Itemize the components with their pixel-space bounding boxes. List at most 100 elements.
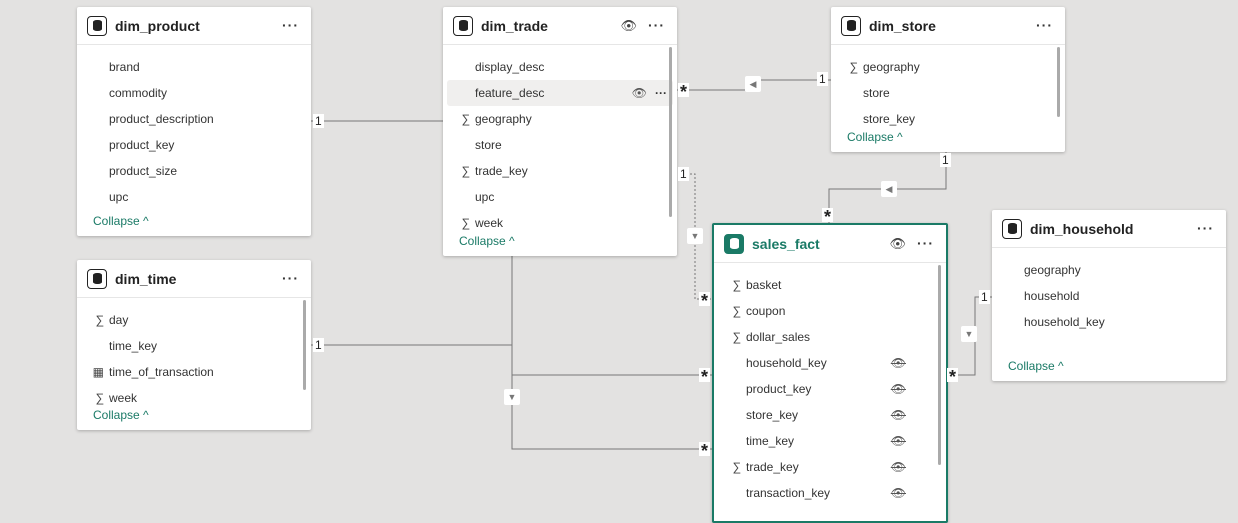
cardinality-one: 1: [817, 72, 828, 86]
field-row[interactable]: time_key 👁︎: [718, 428, 942, 454]
field-row[interactable]: household_key 👁︎: [718, 350, 942, 376]
collapse-button[interactable]: Collapse ^: [77, 214, 149, 228]
collapse-button[interactable]: Collapse ^: [714, 519, 786, 521]
hidden-eye-icon[interactable]: 👁︎: [891, 382, 906, 396]
visibility-eye-icon[interactable]: 👁︎: [889, 236, 906, 252]
field-row[interactable]: store: [447, 132, 673, 158]
field-row[interactable]: product_size: [81, 158, 307, 184]
table-card-dim_store[interactable]: dim_store ··· ∑ geography store store_key Coll…: [831, 7, 1065, 152]
cardinality-one: 1: [313, 338, 324, 352]
field-row[interactable]: product_key: [81, 132, 307, 158]
field-row[interactable]: ∑ day: [81, 307, 307, 333]
field-name: product_description: [109, 112, 214, 126]
filter-direction-down-icon: ▼: [687, 228, 703, 244]
table-icon: [87, 15, 107, 36]
table-icon: [87, 268, 107, 289]
table-card-dim_time[interactable]: dim_time ··· ∑ day time_key ▦ time_of_transact…: [77, 260, 311, 430]
field-row[interactable]: commodity: [81, 80, 307, 106]
table-card-dim_trade[interactable]: dim_trade 👁︎ ··· display_desc feature_desc 👁︎…: [443, 7, 677, 256]
field-row[interactable]: store_key: [835, 106, 1061, 132]
collapse-button[interactable]: Collapse ^: [831, 130, 903, 144]
hidden-eye-icon[interactable]: 👁︎: [891, 460, 906, 474]
cardinality-one: 1: [979, 290, 990, 304]
field-name: dollar_sales: [746, 330, 811, 344]
field-name: brand: [109, 60, 140, 74]
table-header[interactable]: dim_product ···: [77, 7, 311, 45]
more-options-icon[interactable]: ···: [648, 17, 665, 33]
collapse-button[interactable]: Collapse ^: [992, 359, 1064, 373]
scrollbar[interactable]: [669, 47, 672, 217]
table-header[interactable]: dim_store ···: [831, 7, 1065, 45]
calendar-icon: ▦: [92, 365, 104, 379]
table-header[interactable]: dim_household ···: [992, 210, 1226, 248]
field-row[interactable]: household_key: [996, 309, 1222, 335]
field-row[interactable]: ∑ dollar_sales: [718, 324, 942, 350]
more-options-icon[interactable]: ···: [282, 17, 299, 33]
table-header[interactable]: dim_trade 👁︎ ···: [443, 7, 677, 45]
sigma-icon: ∑: [461, 164, 470, 178]
field-row[interactable]: geography: [996, 257, 1222, 283]
scrollbar[interactable]: [938, 265, 941, 465]
field-row[interactable]: upc: [447, 184, 673, 210]
field-row[interactable]: brand: [81, 54, 307, 80]
field-row[interactable]: product_description: [81, 106, 307, 132]
hidden-eye-icon[interactable]: 👁︎: [891, 486, 906, 500]
sigma-icon: ∑: [732, 304, 741, 318]
sigma-icon: ∑: [732, 330, 741, 344]
field-name: product_size: [109, 164, 178, 178]
field-row[interactable]: transaction_key 👁︎: [718, 480, 942, 506]
more-options-icon[interactable]: ···: [1197, 220, 1214, 236]
field-name: time_key: [109, 339, 158, 353]
field-row[interactable]: ∑ trade_key 👁︎: [718, 454, 942, 480]
field-name: upc: [475, 190, 495, 204]
more-options-icon[interactable]: ···: [282, 270, 299, 286]
field-list: geography household household_key: [992, 248, 1226, 335]
field-row[interactable]: feature_desc 👁︎ ···: [447, 80, 673, 106]
scrollbar[interactable]: [303, 300, 306, 390]
field-row[interactable]: store_key 👁︎: [718, 402, 942, 428]
table-header[interactable]: dim_time ···: [77, 260, 311, 298]
field-name: basket: [746, 278, 782, 292]
sigma-icon: ∑: [95, 391, 104, 405]
table-card-dim_product[interactable]: dim_product ··· brand commodity product_desc…: [77, 7, 311, 236]
table-card-sales_fact[interactable]: sales_fact 👁︎ ··· ∑ basket ∑ coupon ∑ dollar_sal…: [712, 223, 948, 523]
table-header[interactable]: sales_fact 👁︎ ···: [714, 225, 946, 263]
hidden-eye-icon[interactable]: 👁︎: [891, 408, 906, 422]
field-row[interactable]: display_desc: [447, 54, 673, 80]
scrollbar[interactable]: [1057, 47, 1060, 117]
field-row[interactable]: time_key: [81, 333, 307, 359]
field-row[interactable]: product_key 👁︎: [718, 376, 942, 402]
visibility-eye-icon[interactable]: 👁︎: [632, 86, 647, 100]
field-name: store: [475, 138, 502, 152]
cardinality-one: 1: [940, 153, 951, 167]
more-options-icon[interactable]: ···: [655, 86, 667, 100]
field-name: store_key: [863, 112, 916, 126]
field-name: coupon: [746, 304, 786, 318]
hidden-eye-icon[interactable]: 👁︎: [891, 434, 906, 448]
field-row[interactable]: ∑ trade_key: [447, 158, 673, 184]
more-options-icon[interactable]: ···: [1036, 17, 1053, 33]
hidden-eye-icon[interactable]: 👁︎: [891, 356, 906, 370]
field-name: product_key: [746, 382, 812, 396]
field-row[interactable]: ∑ geography: [447, 106, 673, 132]
field-name: geography: [475, 112, 532, 126]
field-name: week: [109, 391, 138, 405]
cardinality-one: 1: [313, 114, 324, 128]
field-row[interactable]: ∑ basket: [718, 272, 942, 298]
table-icon: [841, 15, 861, 36]
visibility-eye-icon[interactable]: 👁︎: [620, 18, 637, 34]
field-row[interactable]: ▦ time_of_transaction: [81, 359, 307, 385]
collapse-button[interactable]: Collapse ^: [443, 234, 515, 248]
field-row[interactable]: store: [835, 80, 1061, 106]
sigma-icon: ∑: [461, 216, 470, 230]
field-name: product_key: [109, 138, 175, 152]
table-card-dim_household[interactable]: dim_household ··· geography household househ…: [992, 210, 1226, 381]
field-row[interactable]: upc: [81, 184, 307, 210]
field-row[interactable]: household: [996, 283, 1222, 309]
field-row[interactable]: ∑ geography: [835, 54, 1061, 80]
collapse-button[interactable]: Collapse ^: [77, 408, 149, 422]
filter-direction-down-icon: ▼: [504, 389, 520, 405]
field-row[interactable]: ∑ week: [447, 210, 673, 236]
more-options-icon[interactable]: ···: [917, 235, 934, 251]
field-row[interactable]: ∑ coupon: [718, 298, 942, 324]
